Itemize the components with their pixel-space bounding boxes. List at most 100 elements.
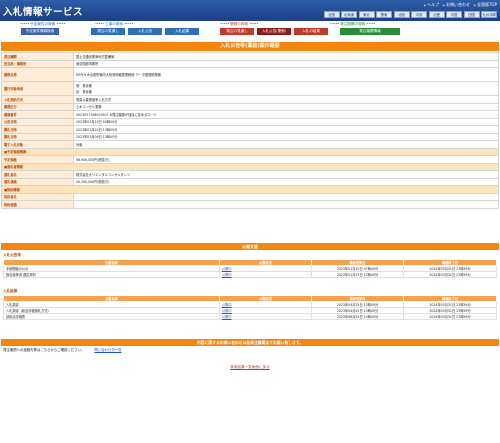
contact-list-link[interactable]: 問い合わせ先一覧 [94, 347, 121, 352]
detail-label: 落札価格 [1, 177, 74, 186]
doc-end: 2024年03月31日 23時59分 [403, 270, 497, 278]
detail-label: 担当部・事務所 [1, 59, 74, 68]
detail-value: 2023031708020503 ※発注機関が独自に定めるコード [73, 110, 499, 119]
section-label: ■落札者情報 [1, 162, 499, 171]
notice-detail-table: 発注機関 国土交通省関東地方整備局 担当部・事務所 東京国道事務所 業務名称 R… [1, 52, 499, 209]
table-row: 指名競争書 選定資料 公開中 2023年01月23日 13時00分 2024年0… [3, 270, 497, 278]
tab-service-outlook[interactable]: 発注の見通し [220, 28, 254, 35]
detail-label: 開札日時 [1, 125, 74, 134]
contact-text: 発注機関への連絡先等はこちらからご確認ください。 [3, 347, 85, 352]
detail-row: 発注機関 国土交通省関東地方整備局 [1, 52, 499, 61]
nav-group-labels: 予定案件の検索 工事の検索 業務の検索 発注機関の検索 [0, 22, 500, 27]
detail-label: 公告日時 [1, 117, 74, 126]
notice-title: 入札公告等(業務)案件概要 [1, 42, 499, 51]
site-title[interactable]: 入札情報サービス [3, 4, 83, 18]
contact-banner: 内容に関するお問い合わせは各発注機関までお願い致します。 [1, 338, 499, 346]
detail-value: 2023年03月09日 13時00分 [73, 132, 499, 141]
help-link[interactable]: ヘルプ [424, 2, 439, 8]
national-top-link[interactable]: 全国版TOP [474, 2, 497, 8]
doc-status-link[interactable]: 公開中 [222, 273, 232, 277]
detail-value: 簡易公募型競争入札方式 [73, 95, 499, 104]
detail-value-multi: 他：東京都 区：東京都 [73, 81, 499, 96]
nav-group-construction: 工事の検索 [95, 22, 133, 27]
tab-plan-search[interactable]: 予定案件情報検索 [21, 28, 59, 35]
section-label: ■契約情報 [1, 185, 499, 194]
utility-links: ヘルプ お問い合わせ 全国版TOP [424, 2, 497, 8]
main-content: 入札公告等(業務)案件概要 発注機関 国土交通省関東地方整備局 担当部・事務所 … [0, 38, 500, 370]
detail-value-empty [73, 200, 499, 209]
detail-label: 業務区分 [1, 102, 74, 111]
detail-row: 業務名称 R5代々木出張所管内大気常時観測業務他 データ整理他業務 [1, 67, 499, 82]
nav-group-plan: 予定案件の検索 [20, 22, 65, 27]
back-container: 検索結果一覧画面に戻る [0, 365, 500, 370]
contact-link[interactable]: お問い合わせ [443, 2, 470, 8]
detail-row: 電子入札対象 対象 [1, 140, 499, 149]
documents-title: 公開文書 [1, 242, 499, 250]
contact-line: 発注機関への連絡先等はこちらからご確認ください。 問い合わせ先一覧 [3, 347, 497, 352]
table-row: 技術点評価表 公開中 2023年06月25日 13時00分 2024年03月31… [3, 312, 497, 320]
tab-construction-notice[interactable]: 入札公告 [128, 28, 162, 35]
site-header: 入札情報サービス ヘルプ お問い合わせ 全国版TOP 全国 北海道 東北 関東 … [0, 0, 500, 21]
detail-row: 開札日時 2023年03月20日 13時00分 [1, 125, 499, 134]
nav-group-org: 発注機関の検索 [330, 22, 375, 27]
section-header-winner: ■落札者情報 [1, 162, 499, 171]
detail-label: 開札日時 [1, 132, 74, 141]
section-header-price: ■予定価格情報 [1, 147, 499, 156]
doc-name: 技術点評価表 [3, 312, 220, 320]
section-header-contract: ■契約情報 [1, 185, 499, 194]
detail-value: 国土交通省関東地方整備局 [73, 52, 499, 61]
region-tab[interactable]: 四国 [463, 11, 480, 18]
tab-construction-outlook[interactable]: 発注の見通し [91, 28, 125, 35]
detail-label: 履行対象地域 [1, 81, 74, 96]
doc-end: 2024年03月31日 23時59分 [403, 312, 497, 320]
detail-value: 東京国道事務所 [73, 59, 499, 68]
region-tab[interactable]: 近畿 [428, 11, 445, 18]
tab-construction-result[interactable]: 入札結果 [165, 28, 199, 35]
documents-category-result: 入札結果 [3, 288, 18, 293]
region-tab[interactable]: 全国 [323, 11, 340, 18]
detail-row: 契約金額 [1, 200, 499, 209]
detail-row: 公告日時 2023年03月10日 00時00分 [1, 117, 499, 126]
doc-updated: 2023年06月25日 13時00分 [311, 312, 404, 320]
back-to-results-link[interactable]: 検索結果一覧画面に戻る [230, 365, 270, 369]
detail-row: 履行対象地域 他：東京都 区：東京都 [1, 81, 499, 96]
region-tab[interactable]: 北海道 [341, 11, 357, 18]
detail-value: 56,950,000円(税抜き) [73, 155, 499, 164]
doc-status-link[interactable]: 公開中 [222, 315, 232, 319]
detail-value: 2023年03月10日 00時00分 [73, 117, 499, 126]
section-label: ■予定価格情報 [1, 147, 499, 156]
detail-label: 契約金額 [1, 200, 74, 209]
region-tab[interactable]: 中部 [411, 11, 427, 18]
tab-service-notice-active[interactable]: 入札公告(業務) [257, 28, 291, 35]
region-tab[interactable]: 関東 [376, 11, 392, 18]
region-tab[interactable]: 中国 [446, 11, 462, 18]
main-nav: 予定案件の検索 工事の検索 業務の検索 発注機関の検索 予定案件情報検索 発注の… [0, 21, 500, 36]
doc-status-link[interactable]: 公開中 [222, 309, 232, 313]
region-tabs: 全国 北海道 東北 関東 北陸 中部 近畿 中国 四国 九州沖縄 [323, 11, 497, 18]
region-tab[interactable]: 九州沖縄 [481, 11, 497, 18]
tab-service-result[interactable]: 入札の結果 [294, 28, 328, 35]
doc-status-link[interactable]: 公開中 [222, 267, 232, 271]
detail-value: 土木コンサル業務 [73, 102, 499, 111]
documents-table-notice: 文書名称 公開状況 最終更新日 掲載終了日 手続開始の公示 公開中 2023年0… [3, 258, 497, 278]
detail-label: 予定価格 [1, 155, 74, 164]
region-tab[interactable]: 東北 [358, 11, 375, 18]
nav-group-service: 業務の検索 [220, 22, 258, 27]
tab-org-info[interactable]: 発注機関情報 [340, 28, 400, 35]
detail-value: 2023年03月20日 13時00分 [73, 125, 499, 134]
detail-row: 業務区分 土木コンサル業務 [1, 102, 499, 111]
documents-category-notice: 入札公告等 [3, 252, 21, 257]
detail-label: 発注機関 [1, 52, 74, 61]
region-tab[interactable]: 北陸 [393, 11, 410, 18]
detail-label: 業務名称 [1, 67, 74, 82]
detail-row: 予定価格 56,950,000円(税抜き) [1, 155, 499, 164]
detail-label: 調達番号 [1, 110, 74, 119]
detail-value: 45,200,000円(税抜き) [73, 177, 499, 186]
documents-table-result: 文書名称 公開状況 最終更新日 掲載終了日 入札調書 公開中 2023年04月2… [3, 294, 497, 320]
detail-label: 落札者名 [1, 170, 74, 179]
detail-row: 開札日時 2023年03月09日 13時00分 [1, 132, 499, 141]
doc-status-link[interactable]: 公開中 [222, 303, 232, 307]
nav-tab-row: 予定案件情報検索 発注の見通し 入札公告 入札結果 発注の見通し 入札公告(業務… [0, 28, 500, 35]
detail-label: 入札契約方式 [1, 95, 74, 104]
detail-label: 契約者名 [1, 192, 74, 201]
